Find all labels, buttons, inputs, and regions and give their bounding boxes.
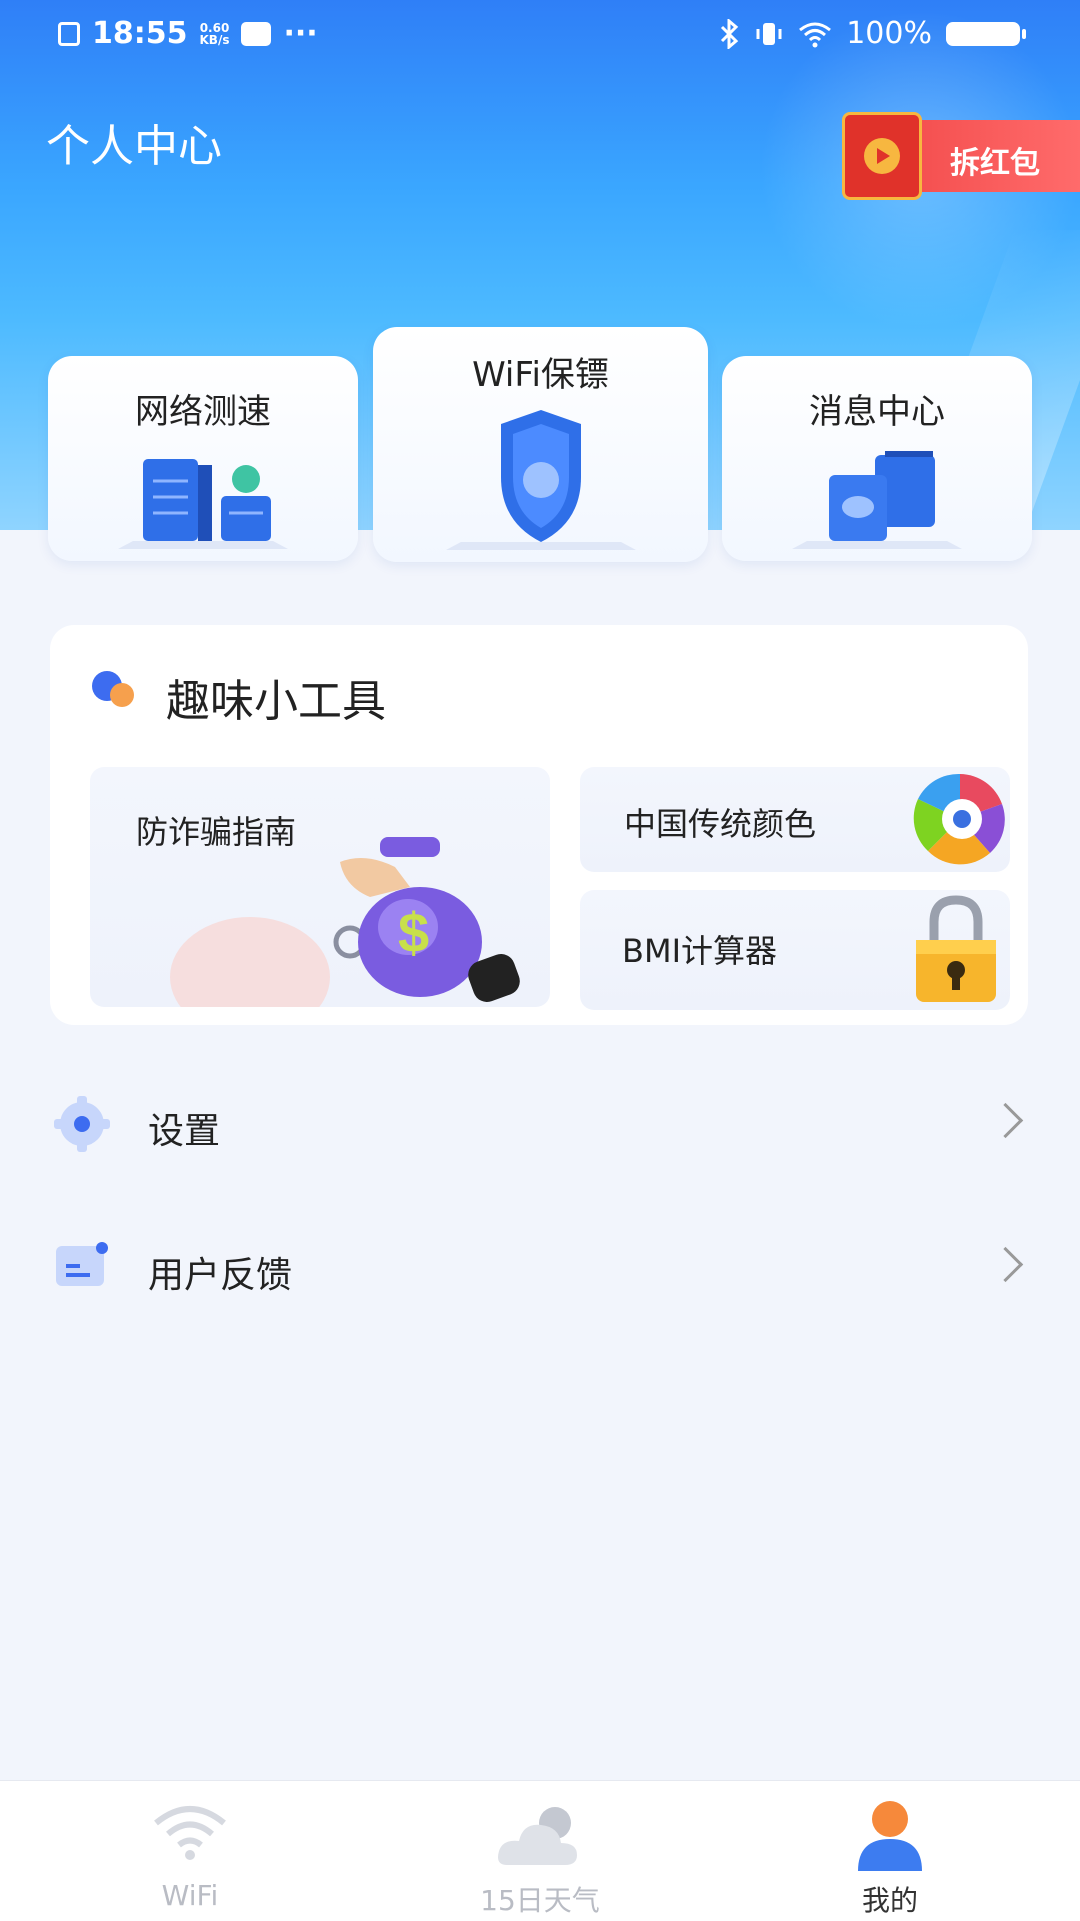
user-icon (858, 1801, 922, 1871)
settings-row[interactable]: 设置 (0, 1080, 1080, 1170)
bmi-calculator-tile[interactable]: BMI计算器 (580, 890, 1010, 1010)
shield-icon (445, 410, 636, 550)
server-speed-icon (118, 459, 288, 549)
tab-wifi[interactable]: WiFi (90, 1781, 290, 1921)
speed-test-label: 网络测速 (135, 392, 271, 432)
red-envelope-icon (842, 112, 922, 200)
padlock-icon (916, 895, 996, 1002)
message-boxes-icon (792, 451, 962, 549)
vibrate-icon (756, 22, 782, 45)
status-time: 18:55 (92, 16, 188, 51)
cloud-icon (498, 1807, 577, 1865)
status-bar: 18:55 0.60 KB/s ··· 100% (0, 0, 1080, 70)
tab-mine-label: 我的 (861, 1884, 918, 1917)
tab-15-day-weather[interactable]: 15日天气 (440, 1781, 640, 1921)
speed-test-card[interactable]: 网络测速 (48, 356, 358, 561)
money-bag-icon: $ (333, 837, 520, 1002)
network-speed: 0.60 KB/s (199, 20, 230, 47)
bottom-tab-bar: WiFi 15日天气 我的 (0, 1780, 1080, 1921)
page-title: 个人中心 (46, 121, 222, 172)
svg-text:$: $ (398, 901, 429, 964)
anti-fraud-guide-label: 防诈骗指南 (136, 813, 297, 851)
fun-tools-title: 趣味小工具 (166, 676, 386, 727)
message-center-card[interactable]: 消息中心 (722, 356, 1032, 561)
settings-label: 设置 (148, 1111, 221, 1152)
red-packet-label: 拆红包 (950, 146, 1040, 181)
sim-icon (58, 21, 80, 46)
tab-mine[interactable]: 我的 (790, 1781, 990, 1921)
bmi-calculator-label: BMI计算器 (622, 932, 778, 970)
gear-icon (54, 1096, 110, 1152)
feedback-label: 用户反馈 (148, 1255, 293, 1296)
anti-fraud-guide-tile[interactable]: 防诈骗指南 $ (90, 767, 550, 1007)
chinese-colors-label: 中国传统颜色 (624, 805, 817, 843)
wifi-icon (154, 1806, 226, 1860)
bluetooth-icon (721, 18, 739, 49)
wifi-guard-label: WiFi保镖 (472, 355, 609, 395)
message-center-label: 消息中心 (809, 392, 945, 432)
feedback-icon (56, 1242, 108, 1286)
wifi-guard-card[interactable]: WiFi保镖 (373, 327, 708, 562)
more-notifications: ··· (283, 16, 318, 51)
battery-icon (946, 21, 1026, 46)
chevron-right-icon (987, 1102, 1024, 1139)
decor-circle (170, 917, 330, 1007)
tab-wifi-label: WiFi (161, 1879, 219, 1912)
tools-icon (92, 671, 144, 711)
chevron-right-icon (987, 1246, 1024, 1283)
tab-weather-label: 15日天气 (480, 1884, 600, 1917)
color-wheel-icon (913, 773, 1005, 865)
wifi-signal-icon (799, 22, 832, 47)
notification-icon (241, 21, 272, 46)
battery-percent: 100% (846, 16, 932, 51)
feedback-row[interactable]: 用户反馈 (0, 1224, 1080, 1314)
red-packet-button[interactable]: 拆红包 (842, 112, 1080, 200)
chinese-colors-tile[interactable]: 中国传统颜色 (580, 767, 1010, 872)
fun-tools-panel: 趣味小工具 防诈骗指南 $ 中国传统颜色 BMI计算器 (50, 625, 1028, 1025)
